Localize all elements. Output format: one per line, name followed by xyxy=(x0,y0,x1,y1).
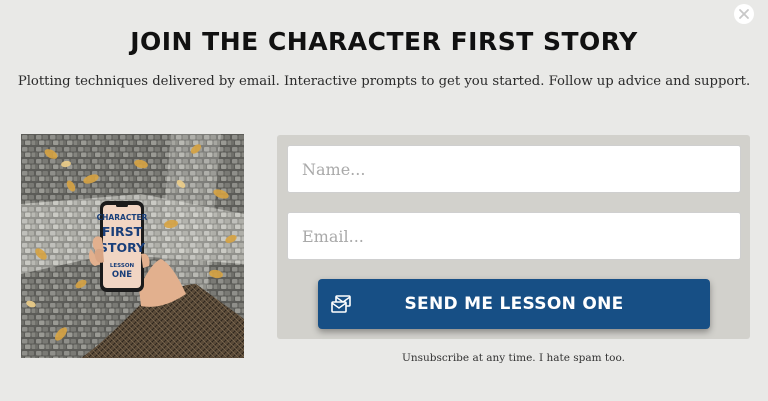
send-lesson-button[interactable]: SEND ME LESSON ONE xyxy=(318,279,710,329)
mail-send-icon xyxy=(331,295,351,313)
unsubscribe-note: Unsubscribe at any time. I hate spam too… xyxy=(402,352,625,364)
modal-title: JOIN THE CHARACTER FIRST STORY xyxy=(130,27,638,56)
phone-in-hand-illustration: CHARACTER FIRST STORY LESSON ONE xyxy=(21,134,244,358)
phone-text-line2: FIRST xyxy=(102,224,143,239)
phone-text-line1: CHARACTER xyxy=(97,213,148,222)
signup-modal: JOIN THE CHARACTER FIRST STORY Plotting … xyxy=(0,0,768,401)
phone-text-line3: STORY xyxy=(99,240,146,255)
send-lesson-button-label: SEND ME LESSON ONE xyxy=(404,294,624,314)
phone-text-line5: ONE xyxy=(112,270,132,280)
email-input[interactable] xyxy=(287,212,741,260)
hero-image: CHARACTER FIRST STORY LESSON ONE xyxy=(21,134,244,358)
phone-text-line4: LESSON xyxy=(110,263,135,269)
name-input[interactable] xyxy=(287,145,741,193)
close-button[interactable] xyxy=(734,4,754,24)
modal-subtitle: Plotting techniques delivered by email. … xyxy=(17,74,751,89)
signup-form: SEND ME LESSON ONE xyxy=(277,135,750,339)
close-icon xyxy=(739,9,749,19)
